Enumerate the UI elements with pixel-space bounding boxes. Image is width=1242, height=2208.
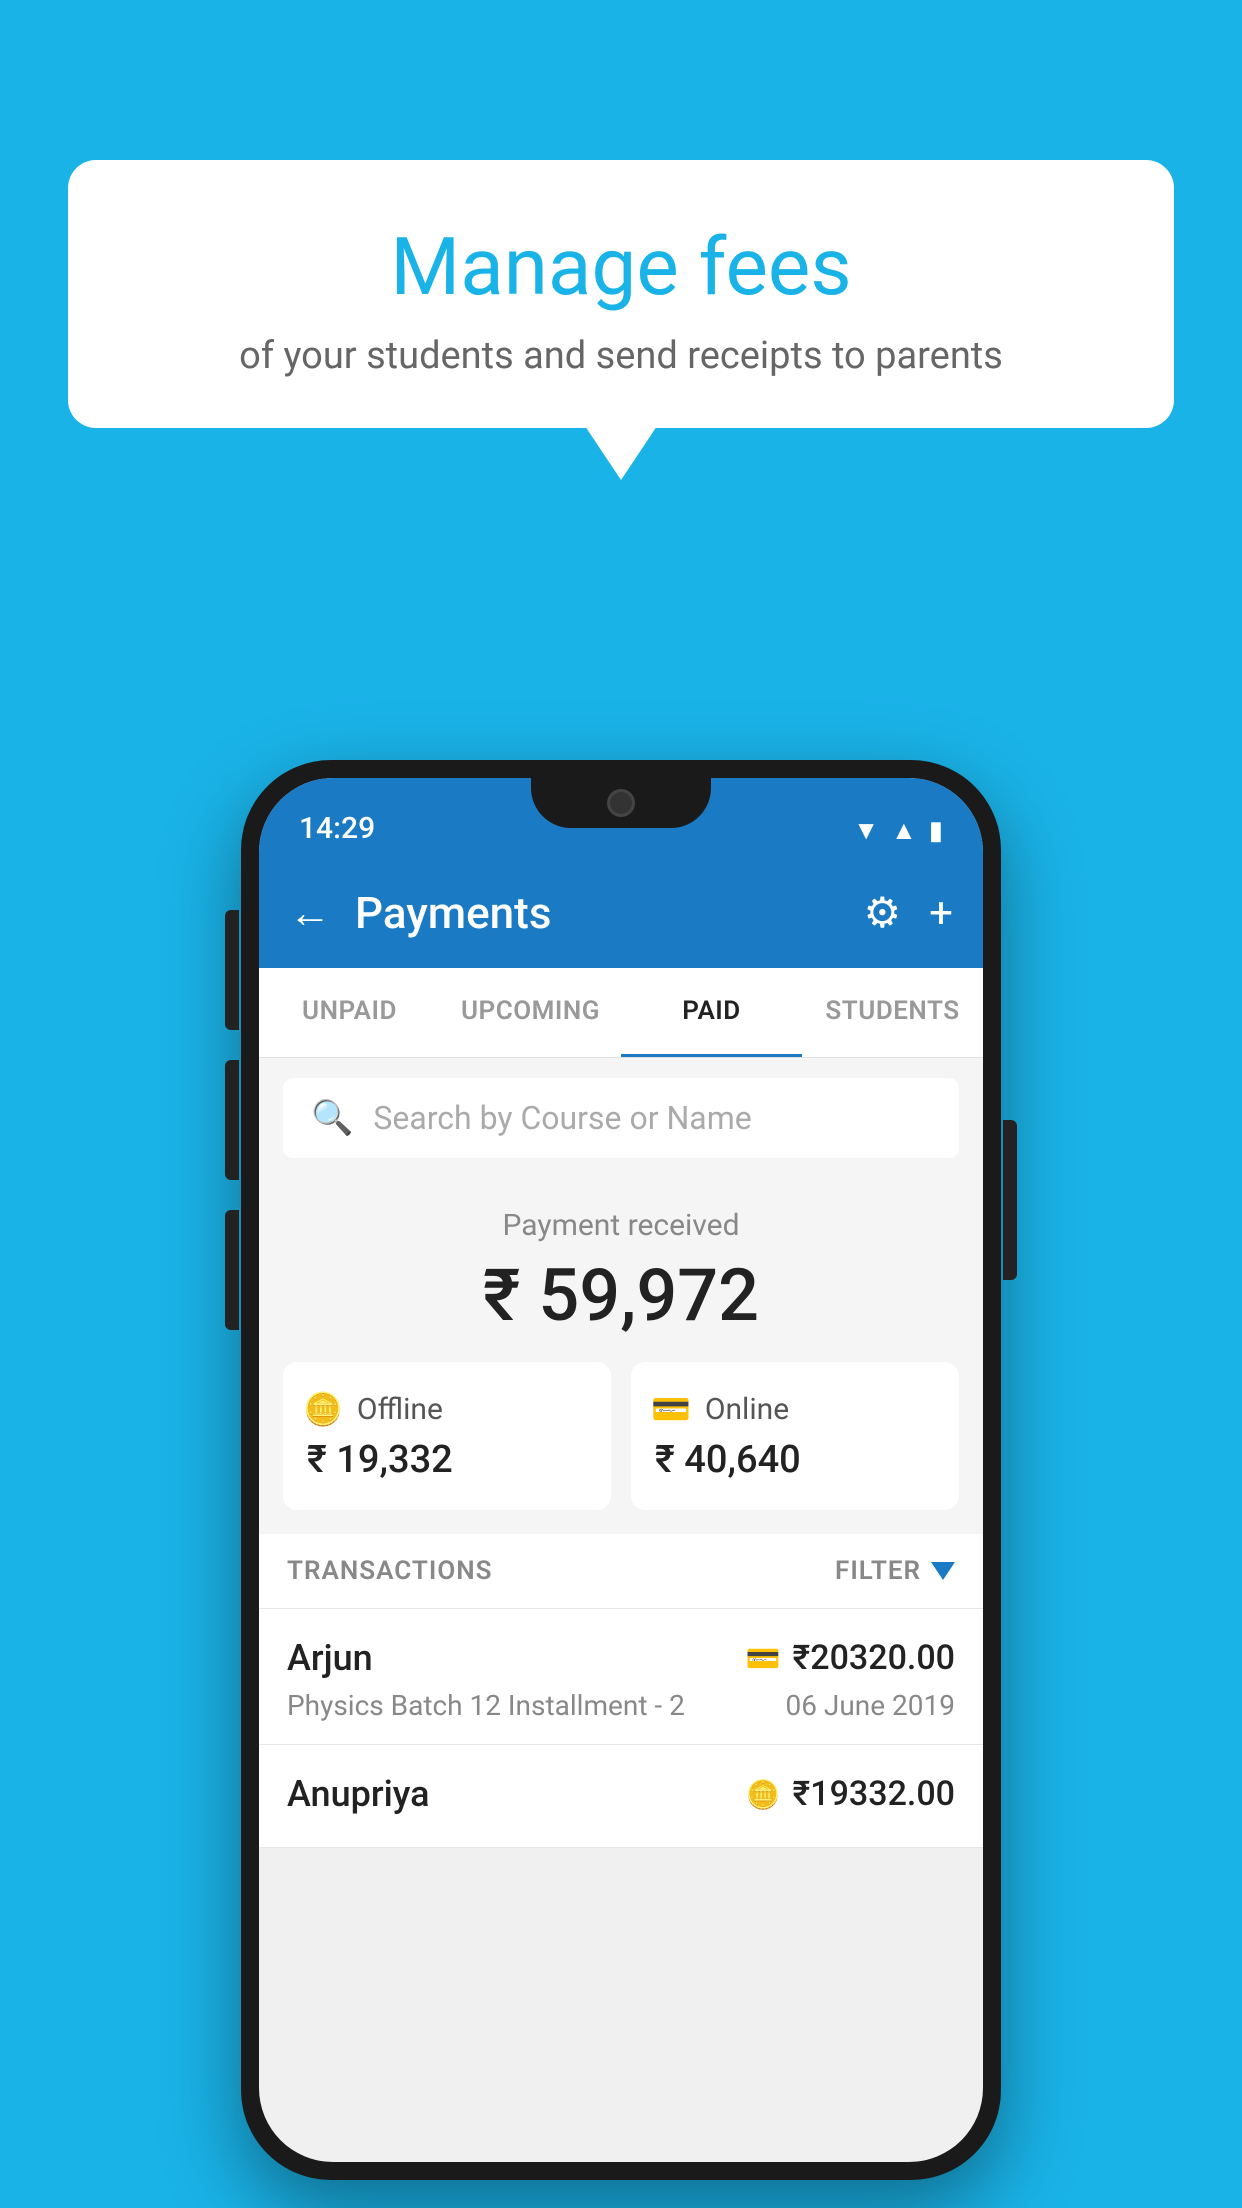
offline-label: Offline bbox=[357, 1392, 443, 1427]
online-card: 💳 Online ₹ 40,640 bbox=[631, 1362, 959, 1510]
offline-card-header: 🪙 Offline bbox=[303, 1390, 591, 1428]
bubble-title: Manage fees bbox=[118, 220, 1124, 314]
wifi-icon: ▼ bbox=[853, 815, 879, 846]
tab-paid[interactable]: PAID bbox=[621, 968, 802, 1057]
transaction-row-top: Anupriya 🪙 ₹19332.00 bbox=[287, 1773, 955, 1815]
course-info: Physics Batch 12 Installment - 2 bbox=[287, 1689, 685, 1722]
app-title: Payments bbox=[355, 887, 840, 939]
payment-received-label: Payment received bbox=[283, 1208, 959, 1243]
camera bbox=[607, 789, 635, 817]
online-label: Online bbox=[705, 1392, 789, 1427]
search-placeholder: Search by Course or Name bbox=[373, 1099, 751, 1137]
speech-bubble: Manage fees of your students and send re… bbox=[68, 160, 1174, 428]
student-name: Arjun bbox=[287, 1637, 373, 1679]
search-container: 🔍 Search by Course or Name bbox=[259, 1058, 983, 1178]
add-icon[interactable]: + bbox=[929, 889, 953, 938]
transaction-amount: ₹20320.00 bbox=[793, 1638, 955, 1678]
transaction-row[interactable]: Anupriya 🪙 ₹19332.00 bbox=[259, 1745, 983, 1848]
status-icons: ▼ ▲ ▮ bbox=[853, 815, 943, 846]
settings-icon[interactable]: ⚙ bbox=[864, 888, 902, 938]
offline-card: 🪙 Offline ₹ 19,332 bbox=[283, 1362, 611, 1510]
battery-icon: ▮ bbox=[929, 816, 943, 846]
tab-unpaid[interactable]: UNPAID bbox=[259, 968, 440, 1057]
bubble-subtitle: of your students and send receipts to pa… bbox=[118, 334, 1124, 378]
student-name: Anupriya bbox=[287, 1773, 430, 1815]
transaction-amount: ₹19332.00 bbox=[793, 1774, 955, 1814]
transaction-row[interactable]: Arjun 💳 ₹20320.00 Physics Batch 12 Insta… bbox=[259, 1609, 983, 1745]
tab-students[interactable]: STUDENTS bbox=[802, 968, 983, 1057]
back-button[interactable]: ← bbox=[289, 889, 331, 938]
offline-payment-icon: 🪙 bbox=[303, 1390, 343, 1428]
phone-outer: 14:29 ▼ ▲ ▮ ← Payments ⚙ + UNPAID UPCO bbox=[241, 760, 1001, 2180]
payment-cards: 🪙 Offline ₹ 19,332 💳 Online ₹ 40,640 bbox=[283, 1362, 959, 1510]
search-icon: 🔍 bbox=[311, 1098, 353, 1138]
online-payment-icon: 💳 bbox=[651, 1390, 691, 1428]
phone-screen: 14:29 ▼ ▲ ▮ ← Payments ⚙ + UNPAID UPCO bbox=[259, 778, 983, 2162]
online-pay-icon: 💳 bbox=[746, 1642, 781, 1675]
transaction-right: 💳 ₹20320.00 bbox=[746, 1638, 955, 1678]
offline-pay-icon: 🪙 bbox=[746, 1778, 781, 1811]
filter-triangle-icon bbox=[931, 1562, 955, 1580]
search-bar[interactable]: 🔍 Search by Course or Name bbox=[283, 1078, 959, 1158]
transaction-row-top: Arjun 💳 ₹20320.00 bbox=[287, 1637, 955, 1679]
payment-summary: Payment received ₹ 59,972 🪙 Offline ₹ 19… bbox=[259, 1178, 983, 1534]
app-bar: ← Payments ⚙ + bbox=[259, 858, 983, 968]
online-card-header: 💳 Online bbox=[651, 1390, 939, 1428]
online-amount: ₹ 40,640 bbox=[655, 1438, 939, 1482]
transactions-label: TRANSACTIONS bbox=[287, 1556, 493, 1586]
payment-total-amount: ₹ 59,972 bbox=[283, 1253, 959, 1338]
transaction-row-bottom: Physics Batch 12 Installment - 2 06 June… bbox=[287, 1689, 955, 1722]
app-bar-icons: ⚙ + bbox=[864, 888, 954, 938]
transactions-header: TRANSACTIONS FILTER bbox=[259, 1534, 983, 1609]
filter-button[interactable]: FILTER bbox=[835, 1556, 955, 1586]
offline-amount: ₹ 19,332 bbox=[307, 1438, 591, 1482]
signal-icon: ▲ bbox=[891, 815, 917, 846]
status-time: 14:29 bbox=[299, 811, 375, 846]
filter-text: FILTER bbox=[835, 1556, 921, 1586]
phone-container: 14:29 ▼ ▲ ▮ ← Payments ⚙ + UNPAID UPCO bbox=[241, 760, 1001, 2180]
notch bbox=[531, 778, 711, 828]
tabs: UNPAID UPCOMING PAID STUDENTS bbox=[259, 968, 983, 1058]
transaction-right: 🪙 ₹19332.00 bbox=[746, 1774, 955, 1814]
tab-upcoming[interactable]: UPCOMING bbox=[440, 968, 621, 1057]
transaction-date: 06 June 2019 bbox=[785, 1689, 955, 1722]
